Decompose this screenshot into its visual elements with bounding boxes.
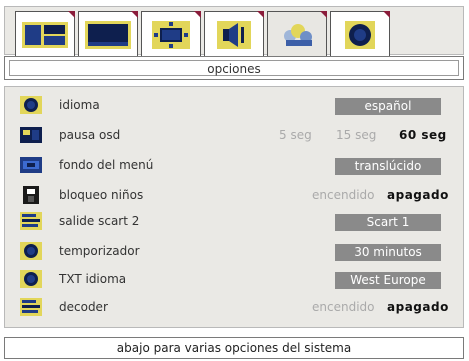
menu-label: fondo del menú [59, 158, 154, 172]
menu-row-decoder[interactable]: decoder encendido apagado [5, 295, 463, 319]
child-lock-icon [23, 186, 39, 204]
channel-icon [345, 21, 375, 49]
decoder-icon [20, 298, 42, 316]
tab-general[interactable] [15, 11, 75, 57]
section-title: opciones [9, 60, 459, 76]
timer-value[interactable]: 30 minutos [335, 244, 441, 261]
teletext-language-icon [20, 270, 42, 288]
scart-output-value[interactable]: Scart 1 [335, 214, 441, 231]
menu-background-icon [20, 157, 42, 173]
section-header: opciones [4, 56, 464, 80]
tab-sound[interactable] [204, 11, 264, 57]
menu-row-child-lock[interactable]: bloqueo niños encendido apagado [5, 183, 463, 207]
menu-row-language[interactable]: idioma español [5, 93, 463, 117]
menu-label: TXT idioma [59, 272, 127, 286]
options-menu: idioma español pausa osd 5 seg 15 seg 60… [4, 86, 464, 328]
option-encendido[interactable]: encendido [312, 295, 374, 319]
screen-format-icon [152, 21, 190, 49]
option-apagado[interactable]: apagado [387, 183, 449, 207]
menu-label: salide scart 2 [59, 214, 140, 228]
tab-screen-format[interactable] [141, 11, 201, 57]
tab-picture[interactable] [78, 11, 138, 57]
menu-label: temporizador [59, 244, 140, 258]
options-icon [284, 24, 312, 46]
option-apagado[interactable]: apagado [387, 295, 449, 319]
menu-row-timer[interactable]: temporizador 30 minutos [5, 239, 463, 263]
scart-output-icon [20, 212, 42, 230]
option-60-seg[interactable]: 60 seg [399, 123, 447, 147]
menu-label: idioma [59, 98, 100, 112]
option-encendido[interactable]: encendido [312, 183, 374, 207]
language-icon [20, 96, 42, 114]
menu-label: bloqueo niños [59, 188, 144, 202]
menu-background-value[interactable]: translúcido [335, 158, 441, 175]
timer-icon [20, 242, 42, 260]
menu-label: decoder [59, 300, 108, 314]
picture-icon [85, 21, 131, 49]
menu-row-menu-background[interactable]: fondo del menú translúcido [5, 153, 463, 177]
tab-options[interactable] [267, 11, 327, 57]
language-value[interactable]: español [335, 98, 441, 115]
option-5-seg[interactable]: 5 seg [279, 123, 312, 147]
tab-bar [4, 6, 464, 57]
teletext-language-value[interactable]: West Europe [335, 272, 441, 289]
menu-label: pausa osd [59, 128, 121, 142]
option-15-seg[interactable]: 15 seg [336, 123, 376, 147]
tab-channel[interactable] [330, 11, 390, 57]
menu-row-osd-pause[interactable]: pausa osd 5 seg 15 seg 60 seg [5, 123, 463, 147]
menu-row-teletext-language[interactable]: TXT idioma West Europe [5, 267, 463, 291]
osd-pause-icon [20, 127, 42, 143]
sound-icon [217, 21, 251, 49]
general-settings-icon [22, 22, 68, 48]
help-hint: abajo para varias opciones del sistema [4, 337, 464, 359]
menu-row-scart-output[interactable]: salide scart 2 Scart 1 [5, 209, 463, 233]
